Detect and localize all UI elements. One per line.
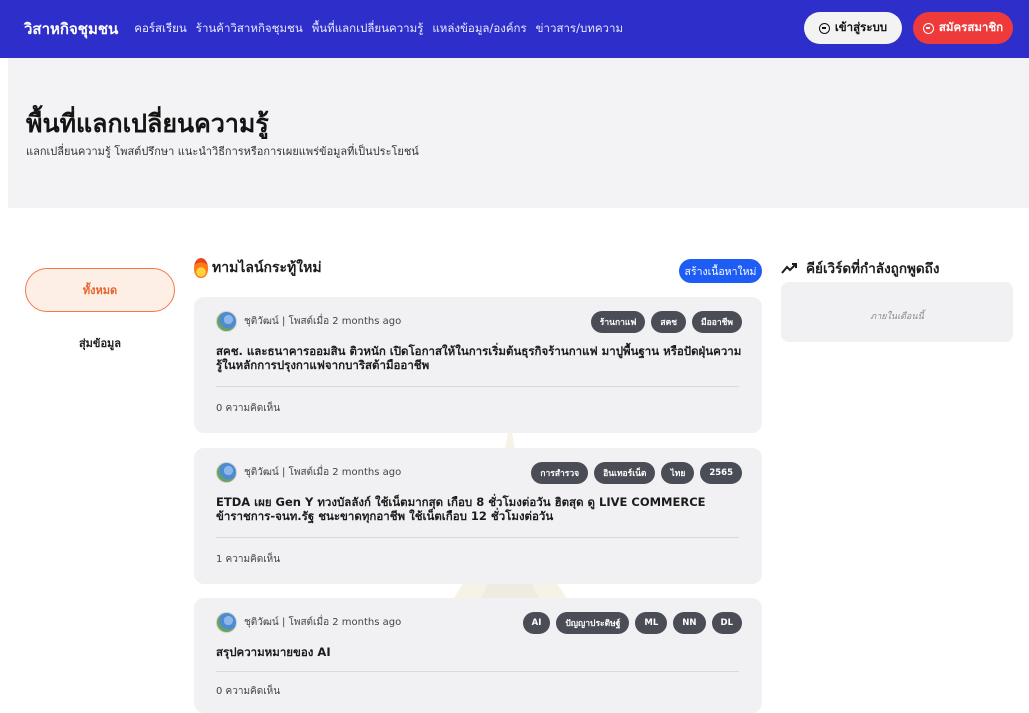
keywords-header: คีย์เวิร์ดที่กำลังถูกพูดถึง (781, 257, 939, 279)
top-navbar: วิสาหกิจชุมชน คอร์สเรียน ร้านค้าวิสาหกิจ… (0, 0, 1029, 58)
nav-link-news[interactable]: ข่าวสาร/บทความ (536, 20, 623, 38)
login-icon (818, 22, 830, 34)
tag-chip[interactable]: AI (522, 612, 551, 634)
post-card[interactable]: ชุติวัฒน์ | โพสต์เมื่อ 2 months ago การส… (194, 448, 762, 584)
avatar (216, 462, 237, 483)
tag-chip[interactable]: ไทย (661, 462, 695, 484)
register-icon (922, 22, 934, 34)
post-title[interactable]: สรุปความหมายของ AI (216, 645, 746, 659)
nav-links: คอร์สเรียน ร้านค้าวิสาหกิจชุมชน พื้นที่แ… (134, 20, 623, 38)
post-comment-count[interactable]: 0 ความคิดเห็น (216, 401, 280, 416)
avatar (216, 612, 237, 633)
post-meta: ชุติวัฒน์ | โพสต์เมื่อ 2 months ago (216, 462, 401, 483)
tag-chip[interactable]: ML (635, 612, 668, 634)
tag-chip[interactable]: ร้านกาแฟ (590, 311, 646, 333)
nav-link-courses[interactable]: คอร์สเรียน (134, 20, 187, 38)
post-card[interactable]: ชุติวัฒน์ | โพสต์เมื่อ 2 months ago AI ป… (194, 598, 762, 713)
trending-icon (781, 263, 797, 274)
register-label: สมัครสมาชิก (938, 20, 1004, 34)
page-subtitle: แลกเปลี่ยนความรู้ โพสต์ปรึกษา แนะนำวิธีก… (26, 145, 419, 158)
tag-chip[interactable]: ปัญญาประดิษฐ์ (556, 612, 630, 634)
nav-link-shop[interactable]: ร้านค้าวิสาหกิจชุมชน (196, 20, 303, 38)
login-label: เข้าสู่ระบบ (834, 20, 888, 34)
post-divider (216, 537, 739, 538)
tag-chip[interactable]: มืออาชีพ (692, 311, 742, 333)
post-author: ชุติวัฒน์ | โพสต์เมื่อ 2 months ago (244, 617, 402, 628)
post-author: ชุติวัฒน์ | โพสต์เมื่อ 2 months ago (244, 467, 402, 478)
filter-all-button[interactable]: ทั้งหมด (25, 268, 175, 312)
filter-random-link[interactable]: สุ่มข้อมูล (25, 334, 175, 352)
avatar (216, 311, 237, 332)
nav-link-knowledge[interactable]: พื้นที่แลกเปลี่ยนความรู้ (312, 20, 424, 38)
keywords-empty-text: ภายในเดือนนี้ (870, 312, 924, 322)
login-button[interactable]: เข้าสู่ระบบ (804, 12, 902, 44)
page-title: พื้นที่แลกเปลี่ยนความรู้ (26, 109, 269, 138)
tag-chip[interactable]: อินเทอร์เน็ต (594, 462, 656, 484)
post-divider (216, 671, 739, 672)
post-title[interactable]: สคช. และธนาคารออมสิน ติวหนัก เปิดโอกาสให… (216, 344, 746, 372)
brand-logo[interactable]: วิสาหกิจชุมชน (24, 17, 118, 41)
nav-link-sources[interactable]: แหล่งข้อมูล/องค์กร (432, 20, 526, 38)
timeline-header: ทามไลน์กระทู้ใหม่ (194, 257, 322, 279)
create-post-button[interactable]: สร้างเนื้อหาใหม่ (679, 259, 762, 283)
post-tags: ร้านกาแฟ สคช มืออาชีพ (590, 311, 742, 333)
post-divider (216, 386, 739, 387)
tag-chip[interactable]: สคช (651, 311, 687, 333)
post-meta: ชุติวัฒน์ | โพสต์เมื่อ 2 months ago (216, 612, 401, 633)
keywords-panel: ภายในเดือนนี้ (781, 282, 1013, 342)
tag-chip[interactable]: DL (711, 612, 742, 634)
post-meta: ชุติวัฒน์ | โพสต์เมื่อ 2 months ago (216, 311, 401, 332)
fire-icon (194, 258, 208, 278)
keywords-title: คีย์เวิร์ดที่กำลังถูกพูดถึง (806, 261, 940, 277)
post-tags: AI ปัญญาประดิษฐ์ ML NN DL (522, 612, 742, 634)
post-author: ชุติวัฒน์ | โพสต์เมื่อ 2 months ago (244, 316, 402, 327)
tag-chip[interactable]: การสำรวจ (531, 462, 589, 484)
tag-chip[interactable]: NN (673, 612, 706, 634)
page-hero: พื้นที่แลกเปลี่ยนความรู้ แลกเปลี่ยนความร… (8, 58, 1029, 208)
post-comment-count[interactable]: 0 ความคิดเห็น (216, 684, 280, 699)
post-tags: การสำรวจ อินเทอร์เน็ต ไทย 2565 (531, 462, 742, 484)
post-title[interactable]: ETDA เผย Gen Y ทวงบัลลังก์ ใช้เน็ตมากสุด… (216, 495, 746, 523)
tag-chip[interactable]: 2565 (700, 462, 742, 484)
post-card[interactable]: ชุติวัฒน์ | โพสต์เมื่อ 2 months ago ร้าน… (194, 297, 762, 433)
post-comment-count[interactable]: 1 ความคิดเห็น (216, 552, 280, 567)
register-button[interactable]: สมัครสมาชิก (913, 12, 1013, 44)
timeline-title: ทามไลน์กระทู้ใหม่ (212, 260, 322, 276)
